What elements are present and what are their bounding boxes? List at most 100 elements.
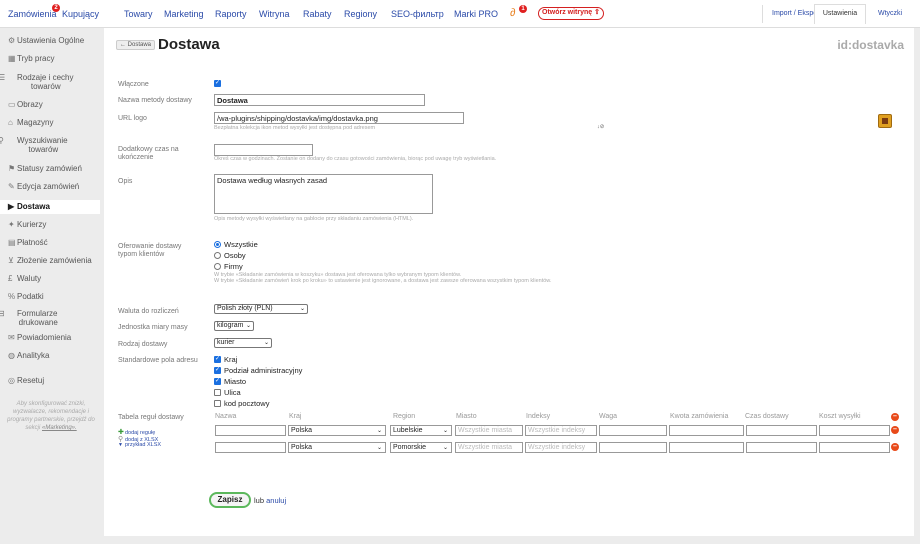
radio-companies-label: Firmy <box>224 262 243 271</box>
nav-discounts[interactable]: Rabaty <box>303 9 332 19</box>
open-store-button[interactable]: Otwórz witrynę ⇧ <box>538 7 604 20</box>
chevron-down-icon: ⌄ <box>376 428 382 434</box>
store-icon: ▦ <box>8 54 16 63</box>
nav-storefront[interactable]: Witryna <box>259 9 290 19</box>
rule1-cost-input[interactable] <box>819 425 890 436</box>
rule1-name-input[interactable] <box>215 425 286 436</box>
rule2-time-input[interactable] <box>746 442 817 453</box>
sidebar-item-cart[interactable]: ⊻ Złożenie zamówienia <box>8 256 92 265</box>
rule2-delete-icon[interactable]: – <box>891 443 899 451</box>
nav-products[interactable]: Towary <box>124 9 153 19</box>
sidebar-item-truck[interactable]: ▶ Dostawa <box>8 202 50 211</box>
sidebar-item-mail[interactable]: ✉ Powiadomienia <box>8 333 71 342</box>
radio-companies[interactable] <box>214 263 221 270</box>
sidebar-item-currency[interactable]: £ Waluty <box>8 274 41 283</box>
rule1-city-input[interactable]: Wszystkie miasta <box>455 425 523 436</box>
sidebar-item-label: Edycja zamówień <box>17 182 80 191</box>
logo-status-mark: ↓⊘ <box>597 124 605 130</box>
sidebar-item-search[interactable]: ⚲ Wyszukiwanie towarów <box>0 136 69 154</box>
sidebar-item-image[interactable]: ▭Obrazy <box>8 100 43 109</box>
nav-seo-filter[interactable]: SEO-фильтр <box>391 9 444 19</box>
warehouse-icon: ⌂ <box>8 118 13 127</box>
logo-label: URL logo <box>118 115 147 122</box>
plugin-count-badge: 1 <box>519 5 527 13</box>
rule1-time-input[interactable] <box>746 425 817 436</box>
rule1-amount-input[interactable] <box>669 425 744 436</box>
extra-time-input[interactable] <box>214 144 313 156</box>
nav-reports[interactable]: Raporty <box>215 9 247 19</box>
sidebar-item-label: Obrazy <box>17 100 43 109</box>
save-button[interactable]: Zapisz <box>209 492 251 508</box>
example-xlsx-link[interactable]: ▼ przykład XLSX <box>118 442 161 448</box>
radio-all[interactable] <box>214 241 221 248</box>
nav-orders[interactable]: Zamówienia <box>8 9 57 19</box>
nav-buyers[interactable]: Kupujący <box>62 9 99 19</box>
sidebar-marketing-note: Aby skonfigurować znizki, wyzwalacze, re… <box>6 400 96 432</box>
sidebar-item-courier[interactable]: ✦ Kurierzy <box>8 220 46 229</box>
sidebar-item-card[interactable]: ▤Płatność <box>8 238 48 247</box>
weight-unit-select[interactable]: kilogram ⌄ <box>214 321 254 331</box>
sidebar-item-reset[interactable]: ◎ Resetuj <box>8 376 44 385</box>
tab-settings[interactable]: Ustawienia <box>814 4 866 24</box>
rule1-country-select[interactable]: Polska ⌄ <box>288 425 386 436</box>
address-city-checkbox[interactable]: ✓ <box>214 378 221 385</box>
chevron-down-icon: ⌄ <box>245 323 251 329</box>
delete-all-icon[interactable]: – <box>891 413 899 421</box>
chevron-down-icon: ⌄ <box>442 428 448 434</box>
radio-persons[interactable] <box>214 252 221 259</box>
weight-unit-label: Jednostka miary masy <box>118 324 188 331</box>
rule1-index-input[interactable]: Wszystkie indeksy <box>525 425 597 436</box>
rule1-weight-input[interactable] <box>599 425 667 436</box>
rule1-region-select[interactable]: Lubelskie ⌄ <box>390 425 452 436</box>
sidebar-item-form[interactable]: ⊟ Formularze drukowane <box>0 309 58 327</box>
cancel-link[interactable]: anuluj <box>266 496 286 505</box>
top-navigation: Zamówienia 2 Kupujący Towary Marketing R… <box>0 0 920 28</box>
sidebar-item-percent[interactable]: % Podatki <box>8 292 44 301</box>
rule2-cost-input[interactable] <box>819 442 890 453</box>
sidebar-item-chart[interactable]: ◍ Analityka <box>8 351 49 360</box>
description-textarea[interactable]: Dostawa według własnych zasad <box>214 174 433 214</box>
sidebar-item-edit[interactable]: ✎ Edycja zamówień <box>8 182 79 191</box>
settings-sidebar: ⚙ Ustawienia Ogólne ▦Tryb pracy ☰ Rodzaje i … <box>0 28 100 544</box>
nav-marketing[interactable]: Marketing <box>164 9 204 19</box>
rule2-region-select[interactable]: Pomorskie ⌄ <box>390 442 452 453</box>
nav-regions[interactable]: Regiony <box>344 9 377 19</box>
address-country-checkbox[interactable]: ✓ <box>214 356 221 363</box>
plugins-link[interactable]: Wtyczki <box>878 10 902 17</box>
plugin-icon[interactable]: ∂ <box>510 7 515 19</box>
address-zip-checkbox[interactable] <box>214 400 221 407</box>
rule1-delete-icon[interactable]: – <box>891 426 899 434</box>
currency-select[interactable]: Polish złoty (PLN) ⌄ <box>214 304 308 314</box>
logo-url-input[interactable]: /wa-plugins/shipping/dostavka/img/dostav… <box>214 112 464 124</box>
name-input[interactable]: Dostawa <box>214 94 425 106</box>
rule2-city-input[interactable]: Wszystkie miasta <box>455 442 523 453</box>
rule1-region-value: Lubelskie <box>393 427 423 434</box>
address-region-checkbox[interactable]: ✓ <box>214 367 221 374</box>
image-icon: ▭ <box>8 100 16 109</box>
rule2-region-value: Pomorskie <box>393 444 427 451</box>
marketing-link[interactable]: «Marketing». <box>42 425 77 431</box>
back-button[interactable]: ← Dostawa <box>116 40 156 50</box>
nav-brands-pro[interactable]: Marki PRO <box>454 9 498 19</box>
enabled-checkbox[interactable]: ✓ <box>214 80 221 87</box>
radio-all-label: Wszystkie <box>224 240 258 249</box>
extra-time-hint: Okreś czas w godzinach. Zostanie on doda… <box>214 156 497 162</box>
sidebar-item-label: Rodzaje i cechy <box>17 73 74 82</box>
orders-count-badge: 2 <box>52 4 60 12</box>
sidebar-item-gear[interactable]: ⚙ Ustawienia Ogólne <box>8 36 84 45</box>
currency-icon: £ <box>8 274 13 283</box>
sidebar-item-flag[interactable]: ⚑ Statusy zamówień <box>8 164 82 173</box>
rule2-weight-input[interactable] <box>599 442 667 453</box>
rule2-amount-input[interactable] <box>669 442 744 453</box>
delivery-type-select[interactable]: kurier ⌄ <box>214 338 272 348</box>
sidebar-item-list[interactable]: ☰ Rodzaje i cechy towarów <box>0 73 74 91</box>
sidebar-item-store[interactable]: ▦Tryb pracy <box>8 54 55 63</box>
col-indexes: Indeksy <box>526 413 551 420</box>
rule2-name-input[interactable] <box>215 442 286 453</box>
logo-preview-icon <box>878 114 892 128</box>
rule2-country-select[interactable]: Polska ⌄ <box>288 442 386 453</box>
sidebar-item-warehouse[interactable]: ⌂ Magazyny <box>8 118 53 127</box>
rule2-index-input[interactable]: Wszystkie indeksy <box>525 442 597 453</box>
address-street-checkbox[interactable] <box>214 389 221 396</box>
col-region: Region <box>393 413 416 420</box>
